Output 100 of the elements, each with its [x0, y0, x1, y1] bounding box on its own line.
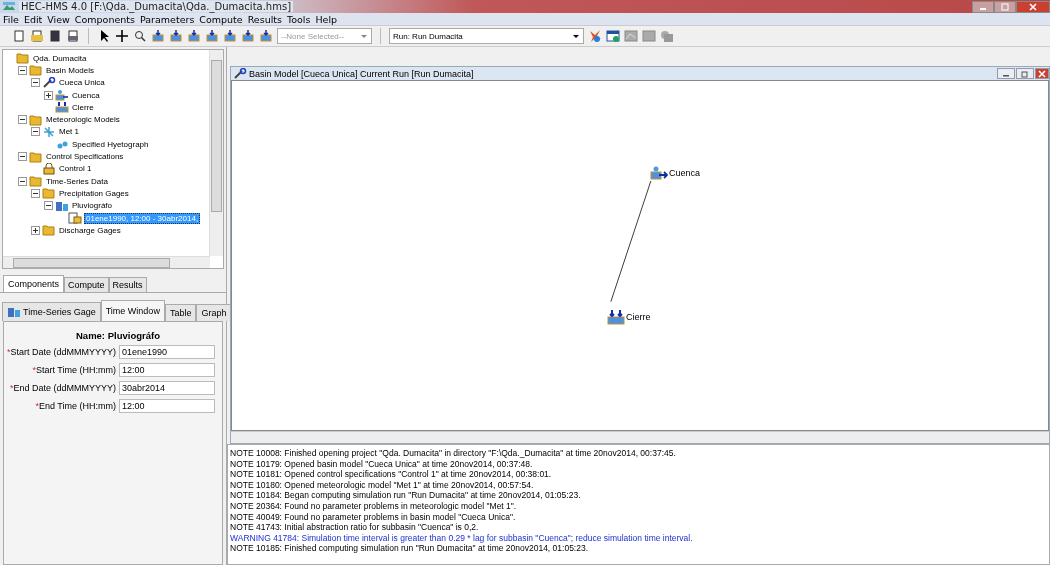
- menu-item[interactable]: Parameters: [139, 13, 195, 25]
- panel-tab[interactable]: Components: [3, 275, 65, 292]
- log-message: NOTE 10180: Opened meteorologic model "Met 1" at time 20nov2014, 00:57:54.: [230, 479, 535, 491]
- element-label: Cuenca: [669, 168, 701, 178]
- folder-icon: [29, 175, 43, 188]
- tree-item[interactable]: Discharge Gages: [58, 225, 122, 235]
- tree-item[interactable]: Cuenca: [71, 90, 101, 100]
- collapse-icon[interactable]: [18, 115, 27, 125]
- log-message: NOTE 20364: Found no parameter problems in meteorologic model "Met 1".: [230, 500, 518, 512]
- folder-icon: [29, 64, 43, 77]
- close-button[interactable]: [1035, 68, 1049, 79]
- sink-icon[interactable]: [607, 309, 625, 325]
- required-mark: *: [9, 383, 14, 393]
- print-icon[interactable]: [66, 29, 80, 43]
- close-button[interactable]: [1016, 0, 1050, 13]
- tree-item[interactable]: Control Specifications: [45, 152, 125, 161]
- tree-item[interactable]: Cueca Unica: [58, 78, 106, 88]
- inner-window-title: Basin Model [Cueca Unica] Current Run [Run Dumacita]: [249, 68, 474, 79]
- editor-tab[interactable]: Graph: [196, 304, 232, 321]
- panel-tab[interactable]: Compute: [64, 277, 109, 292]
- maximize-button[interactable]: [994, 0, 1016, 13]
- zoom-icon[interactable]: [133, 29, 147, 43]
- tree-item[interactable]: Control 1: [58, 164, 93, 174]
- required-mark: *: [32, 365, 36, 375]
- close-icon: [1028, 2, 1038, 11]
- element-label: Cierre: [626, 312, 651, 322]
- menu-item[interactable]: Components: [74, 13, 135, 25]
- field-label: End Date (ddMMMYYYY): [13, 383, 116, 393]
- input-field[interactable]: 12:00: [119, 399, 215, 413]
- menu-item[interactable]: Tools: [287, 13, 311, 25]
- tree-item[interactable]: Basin Models: [45, 65, 96, 75]
- input-field[interactable]: 01ene1990: [119, 345, 215, 359]
- tree-item[interactable]: Precipitation Gages: [58, 188, 130, 198]
- input-field[interactable]: 30abr2014: [119, 381, 215, 395]
- subbasin-icon[interactable]: [650, 165, 668, 181]
- log-message: NOTE 10008: Finished opening project "Qda. Dumacita" in directory "F:\Qda._Dumacita" at time 20nov2014, 00:37:45.: [230, 448, 677, 459]
- tree-item[interactable]: Qda. Dumacita: [32, 53, 88, 63]
- log-message: NOTE 10184: Began computing simulation run "Run Dumacita" at time 20nov2014, 01:05:23.: [230, 490, 582, 501]
- tree-item[interactable]: Time-Series Data: [45, 176, 109, 186]
- gage-name: Name: Pluviográfo: [76, 330, 161, 341]
- save-icon[interactable]: [48, 29, 62, 43]
- menu-item[interactable]: Results: [247, 13, 282, 25]
- results-table-icon[interactable]: [606, 29, 620, 43]
- panel-tab[interactable]: Results: [108, 277, 147, 292]
- collapse-icon[interactable]: [31, 188, 40, 198]
- compute-icon[interactable]: [588, 29, 602, 43]
- sink-icon: [55, 101, 69, 114]
- collapse-icon[interactable]: [18, 176, 27, 186]
- run-selector[interactable]: Run: Run Dumacita: [389, 28, 584, 44]
- field-label: End Time (HH:mm): [39, 401, 116, 411]
- required-mark: *: [35, 401, 39, 411]
- collapse-icon[interactable]: [31, 127, 40, 137]
- folder-icon: [29, 113, 43, 126]
- input-field[interactable]: 12:00: [119, 363, 215, 377]
- editor-tab[interactable]: Time Window: [100, 300, 165, 321]
- expand-icon[interactable]: [31, 225, 40, 235]
- caret-icon: [360, 32, 368, 40]
- move-icon[interactable]: [115, 29, 129, 43]
- collapse-icon[interactable]: [44, 201, 53, 211]
- vertical-scrollbar[interactable]: [209, 50, 223, 256]
- app-icon: [3, 1, 15, 12]
- menu-item[interactable]: Help: [315, 13, 338, 25]
- folder-icon: [16, 52, 30, 65]
- menu-item[interactable]: Edit: [23, 13, 43, 25]
- tree-item[interactable]: Meteorologic Models: [45, 115, 121, 125]
- tree-item[interactable]: Specified Hyetograph: [71, 139, 150, 149]
- lock-icon: [42, 162, 56, 175]
- collapse-icon[interactable]: [18, 152, 27, 161]
- new-file-icon[interactable]: [12, 29, 26, 43]
- expand-icon[interactable]: [44, 90, 53, 100]
- gage-icon: [7, 306, 21, 318]
- editor-tab[interactable]: Time-Series Gage: [2, 302, 101, 321]
- restore-icon: [1020, 69, 1030, 78]
- collapse-icon[interactable]: [18, 65, 27, 75]
- minimize-button[interactable]: [972, 0, 994, 13]
- horizontal-scrollbar[interactable]: [3, 256, 210, 268]
- folder-icon: [42, 224, 56, 237]
- log-message: NOTE 10179: Opened basin model "Cueca Unica" at time 20nov2014, 00:37:48.: [230, 458, 534, 470]
- tree-item[interactable]: Cierre: [71, 102, 95, 112]
- log-message: NOTE 10181: Opened control specifications "Control 1" at time 20nov2014, 00:38:01.: [230, 469, 553, 480]
- log-message: NOTE 41743: Initial abstraction ratio for subbasin "Cuenca" is 0,2.: [230, 522, 480, 533]
- log-message: NOTE 40049: Found no parameter problems in basin model "Cueca Unica".: [230, 511, 517, 523]
- subbasin-icon: [55, 89, 69, 102]
- log-message: WARNING 41784: Simulation time interval is greater than 0.29 * lag for subbasin "Cuenca"; reduce simulation time interval.: [230, 532, 694, 544]
- folder-icon: [29, 150, 43, 163]
- field-label: Start Date (ddMMMYYYY): [10, 347, 116, 357]
- menu-item[interactable]: View: [47, 13, 70, 25]
- caret-icon: [572, 32, 580, 40]
- folder-icon: [42, 187, 56, 200]
- maximize-icon: [1000, 2, 1010, 11]
- window-title: HEC-HMS 4.0 [F:\Qda._Dumacita\Qda._Dumacita.hms]: [19, 1, 294, 12]
- tree-item[interactable]: Met 1: [58, 127, 80, 137]
- close-icon: [1037, 69, 1047, 78]
- editor-tab[interactable]: Table: [164, 304, 197, 321]
- menu-item[interactable]: File: [3, 13, 19, 25]
- minimize-button[interactable]: [997, 68, 1015, 79]
- collapse-icon[interactable]: [31, 78, 40, 88]
- basin-model-icon: [42, 76, 56, 89]
- menu-item[interactable]: Compute: [199, 13, 243, 25]
- tree-item[interactable]: Pluviográfo: [71, 201, 114, 211]
